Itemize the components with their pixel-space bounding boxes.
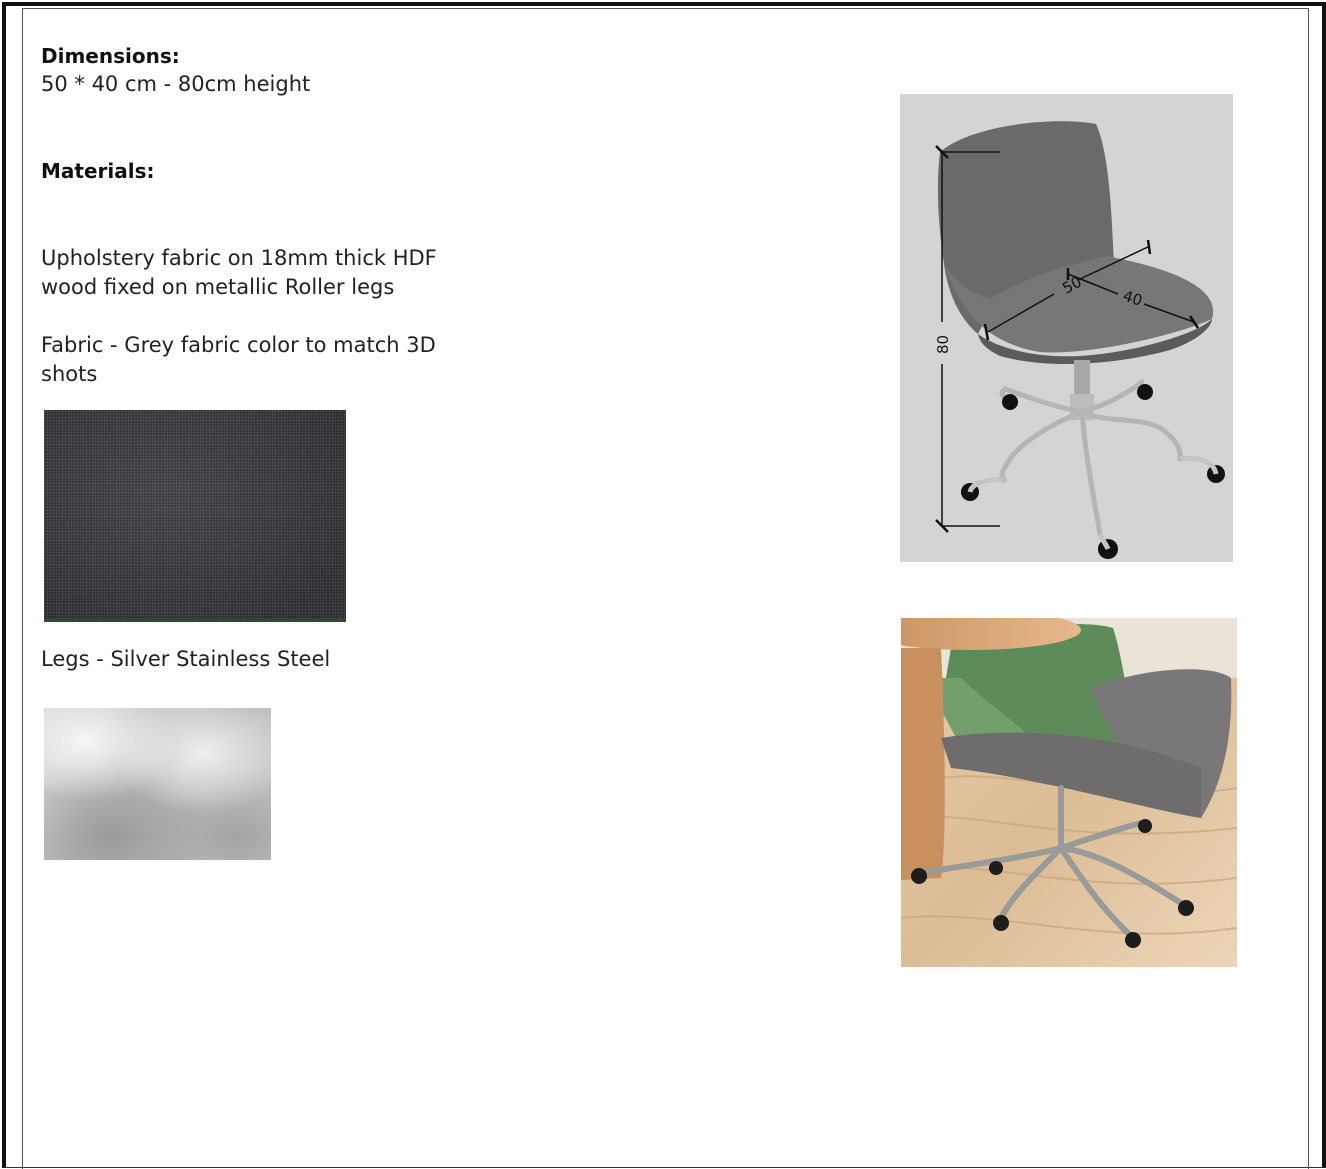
chair-photo-svg xyxy=(901,618,1237,967)
inner-border-right xyxy=(1308,8,1309,1169)
photo-caster-1 xyxy=(911,868,927,884)
materials-heading: Materials: xyxy=(41,159,155,183)
steel-swatch-image xyxy=(44,708,271,860)
inner-border-top xyxy=(22,8,1309,9)
dimensions-value: 50 * 40 cm - 80cm height xyxy=(41,72,311,96)
photo-caster-4 xyxy=(1178,900,1194,916)
fabric-description-line2: shots xyxy=(41,362,98,386)
table-leg xyxy=(901,648,945,880)
dimensions-heading: Dimensions: xyxy=(41,44,180,68)
legs-description: Legs - Silver Stainless Steel xyxy=(41,647,331,671)
inner-border-left xyxy=(22,8,23,1169)
photo-caster-6 xyxy=(989,861,1003,875)
chair-dimension-diagram: 50 40 80 xyxy=(900,94,1233,562)
caster-2 xyxy=(1002,394,1018,410)
fabric-swatch-image xyxy=(44,410,346,622)
fabric-description-line1: Fabric - Grey fabric color to match 3D xyxy=(41,333,436,357)
caster-3 xyxy=(1137,384,1153,400)
chair-photo xyxy=(901,618,1237,967)
chair-diagram-svg: 50 40 80 xyxy=(900,94,1233,562)
materials-description-line1: Upholstery fabric on 18mm thick HDF xyxy=(41,246,437,270)
materials-description-line2: wood fixed on metallic Roller legs xyxy=(41,275,395,299)
diagram-label-height: 80 xyxy=(934,335,952,354)
photo-caster-5 xyxy=(1138,819,1152,833)
photo-caster-3 xyxy=(1125,932,1141,948)
photo-caster-2 xyxy=(993,915,1009,931)
